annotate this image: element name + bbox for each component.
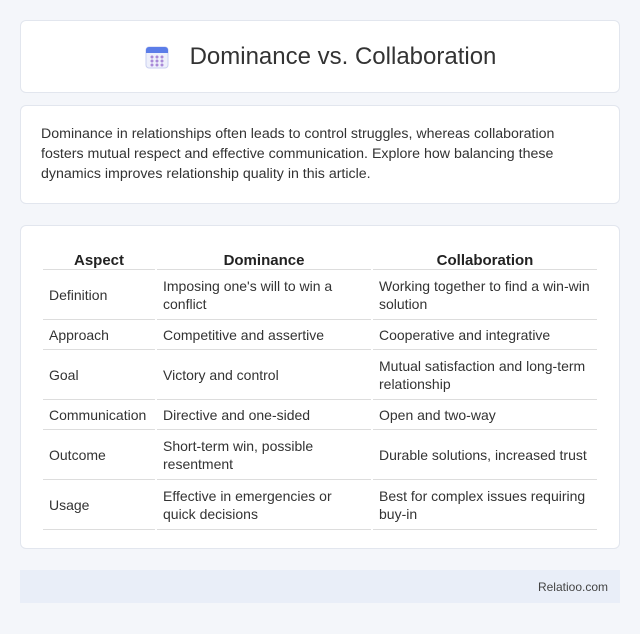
table-row: Outcome Short-term win, possible resentm… [43, 430, 597, 480]
footer: Relatioo.com [20, 570, 620, 603]
cell-dominance: Effective in emergencies or quick decisi… [157, 480, 371, 530]
calendar-icon [144, 44, 170, 70]
cell-dominance: Victory and control [157, 350, 371, 400]
comparison-table: Aspect Dominance Collaboration Definitio… [41, 246, 599, 530]
cell-collaboration: Best for complex issues requiring buy-in [373, 480, 597, 530]
page-title: Dominance vs. Collaboration [189, 42, 497, 70]
cell-collaboration: Cooperative and integrative [373, 320, 597, 350]
intro-card: Dominance in relationships often leads t… [20, 105, 620, 204]
cell-aspect: Communication [43, 400, 155, 430]
intro-text: Dominance in relationships often leads t… [41, 126, 555, 182]
table-row: Goal Victory and control Mutual satisfac… [43, 350, 597, 400]
cell-dominance: Short-term win, possible resentment [157, 430, 371, 480]
cell-aspect: Definition [43, 270, 155, 320]
cell-collaboration: Durable solutions, increased trust [373, 430, 597, 480]
cell-aspect: Approach [43, 320, 155, 350]
title-card: Dominance vs. Collaboration [20, 20, 620, 93]
header-aspect: Aspect [43, 246, 155, 270]
cell-collaboration: Working together to find a win-win solut… [373, 270, 597, 320]
footer-brand: Relatioo.com [537, 579, 608, 594]
table-row: Approach Competitive and assertive Coope… [43, 320, 597, 350]
comparison-card: Aspect Dominance Collaboration Definitio… [20, 225, 620, 549]
cell-aspect: Goal [43, 350, 155, 400]
header-collaboration: Collaboration [373, 246, 597, 270]
cell-collaboration: Mutual satisfaction and long-term relati… [373, 350, 597, 400]
cell-dominance: Competitive and assertive [157, 320, 371, 350]
header-dominance: Dominance [157, 246, 371, 270]
cell-aspect: Usage [43, 480, 155, 530]
cell-collaboration: Open and two-way [373, 400, 597, 430]
table-row: Definition Imposing one's will to win a … [43, 270, 597, 320]
cell-dominance: Directive and one-sided [157, 400, 371, 430]
table-row: Communication Directive and one-sided Op… [43, 400, 597, 430]
cell-aspect: Outcome [43, 430, 155, 480]
table-header-row: Aspect Dominance Collaboration [43, 246, 597, 270]
table-row: Usage Effective in emergencies or quick … [43, 480, 597, 530]
cell-dominance: Imposing one's will to win a conflict [157, 270, 371, 320]
